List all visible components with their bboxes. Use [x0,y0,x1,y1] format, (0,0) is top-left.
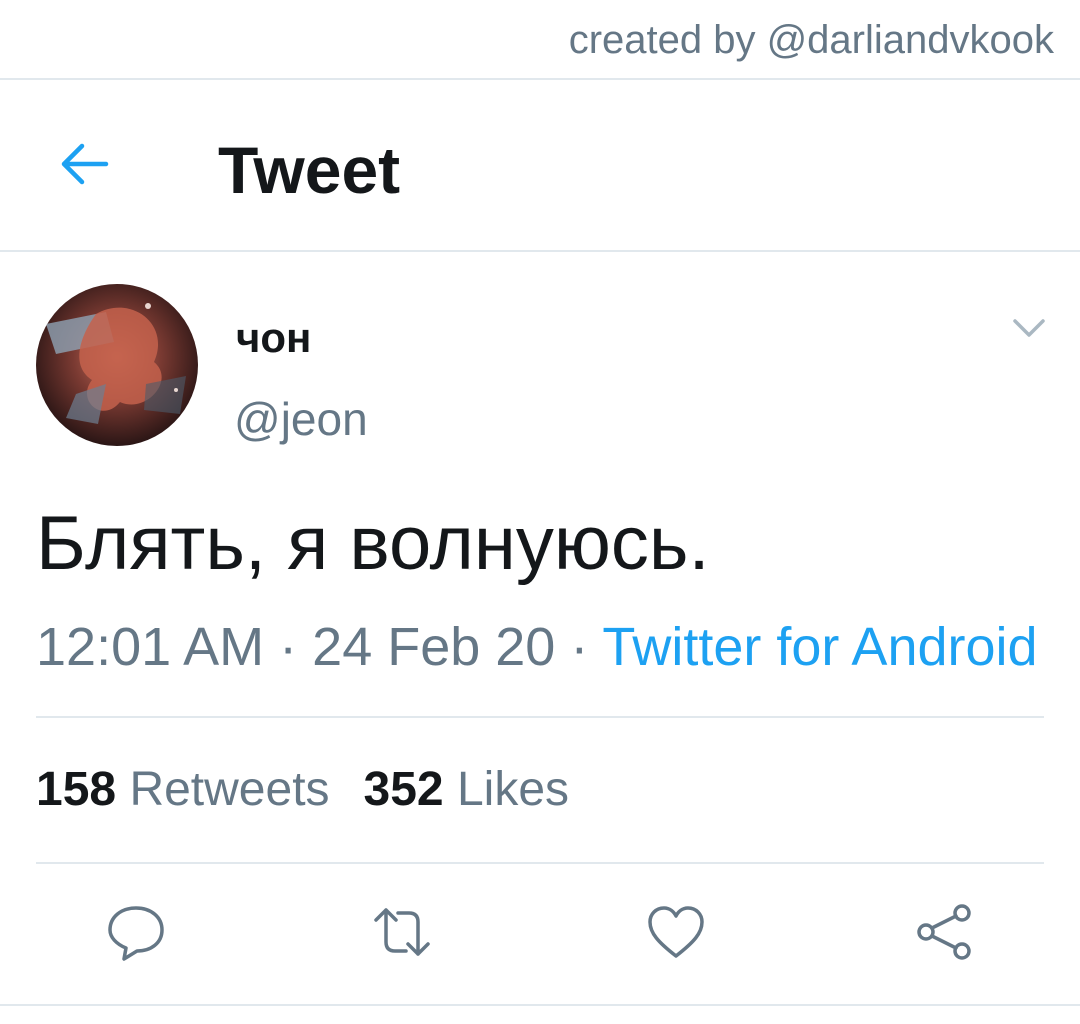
like-icon[interactable] [644,900,708,964]
chevron-down-icon[interactable] [1010,314,1048,342]
avatar[interactable] [36,284,198,446]
display-name[interactable]: чон [236,314,311,362]
retweets-stat[interactable]: 158 Retweets [36,762,330,817]
divider [0,1004,1080,1006]
likes-count: 352 [363,763,444,816]
page-title: Tweet [218,133,401,207]
tweet-meta: 12:01 AM · 24 Feb 20 · Twitter for Andro… [36,616,1038,678]
retweets-label: Retweets [129,763,330,816]
watermark-text: created by @darliandvkook [568,18,1054,62]
retweet-icon[interactable] [370,900,434,964]
tweet-source-link[interactable]: Twitter for Android [602,617,1037,677]
tweet-time: 12:01 AM [36,617,265,677]
retweets-count: 158 [36,763,117,816]
likes-label: Likes [456,763,570,816]
watermark-bar: created by @darliandvkook [0,0,1080,80]
meta-separator: · [264,617,313,677]
share-icon[interactable] [912,900,976,964]
tweet-date: 24 Feb 20 [312,617,556,677]
meta-separator: · [555,617,603,677]
divider [36,716,1044,718]
tweet-stats: 158 Retweets 352 Likes [36,762,603,817]
tweet-text: Блять, я волнуюсь. [36,501,710,586]
divider [36,862,1044,864]
arrow-left-icon[interactable] [56,140,112,188]
likes-stat[interactable]: 352 Likes [364,762,570,817]
top-bar: Tweet [0,80,1080,252]
username[interactable]: @jeon [234,392,368,446]
reply-icon[interactable] [104,900,168,964]
